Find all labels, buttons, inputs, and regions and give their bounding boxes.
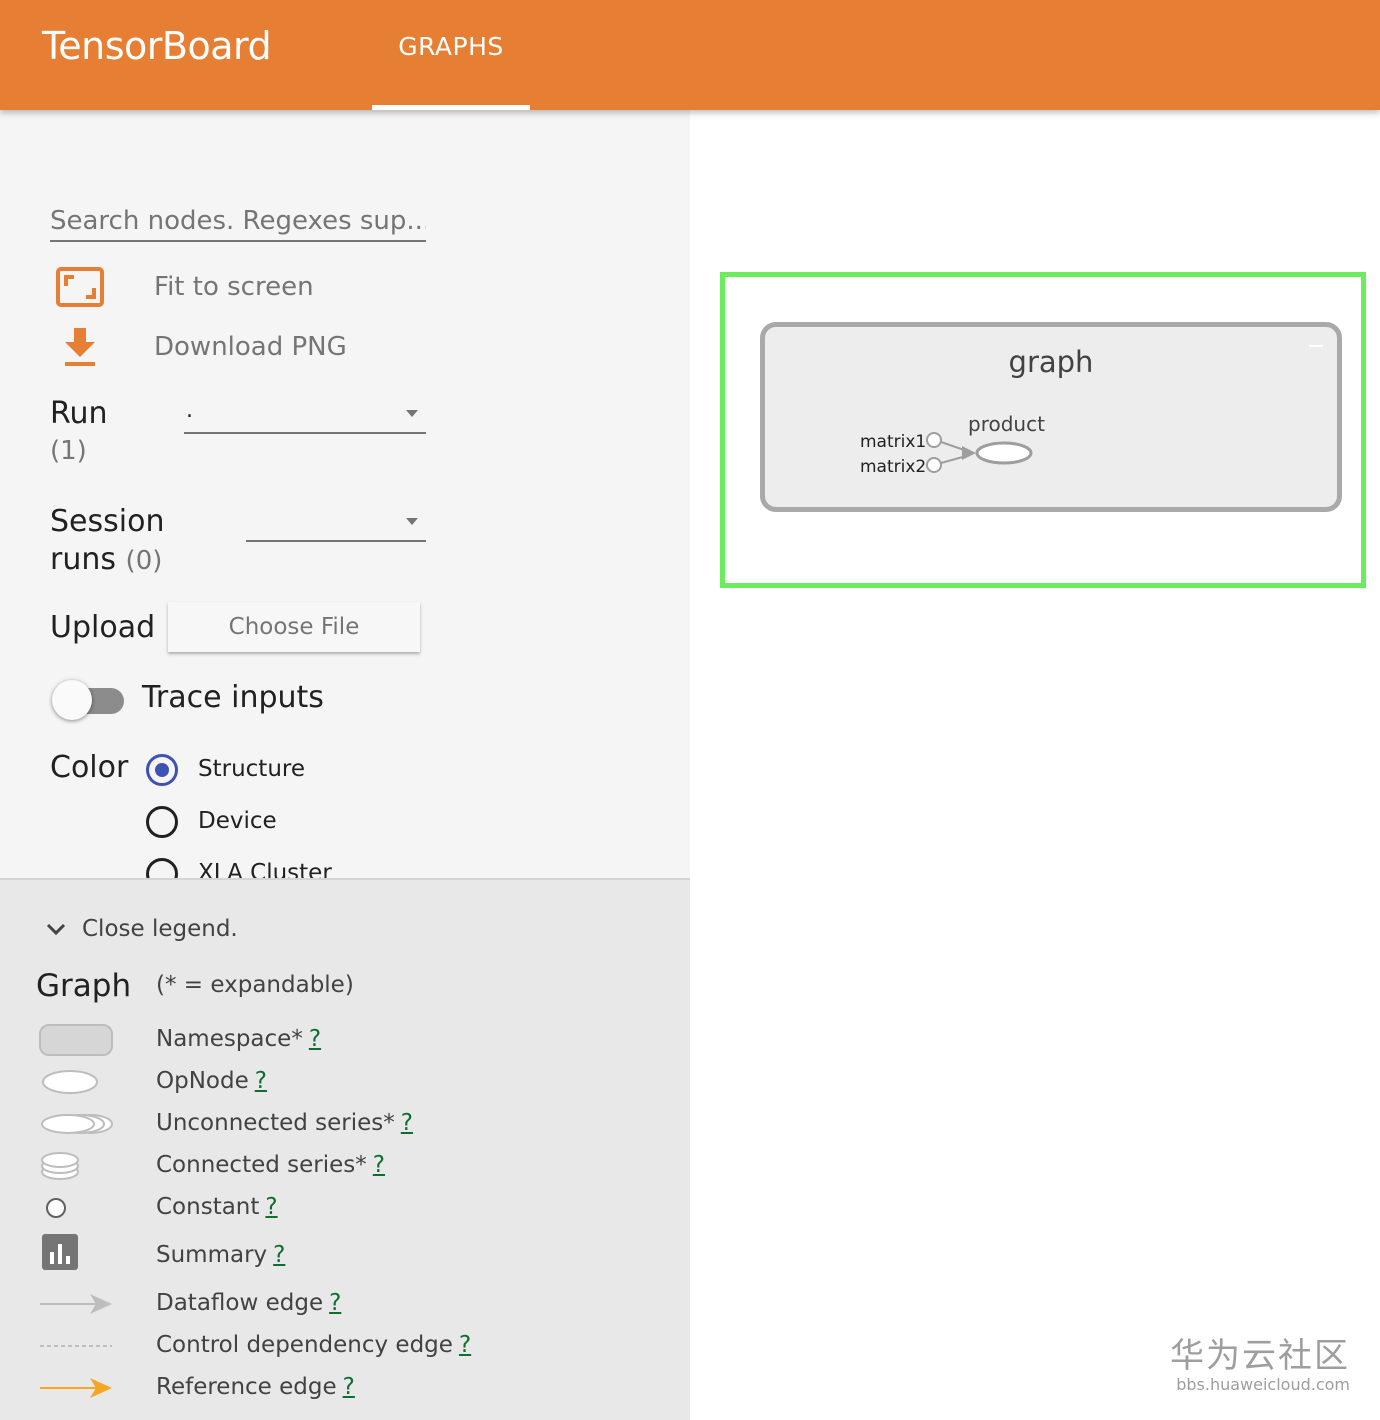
namespace-title: graph	[1008, 345, 1094, 379]
radio-xla-cluster-label: XLA Cluster	[198, 860, 332, 880]
run-count: (1)	[50, 436, 87, 466]
color-label: Color	[50, 750, 129, 785]
radio-structure[interactable]	[146, 754, 178, 786]
close-legend-button[interactable]: Close legend.	[44, 916, 238, 942]
legend-item-dataflow-edge: Dataflow edge?	[0, 1284, 690, 1324]
constant-node-matrix1[interactable]	[926, 432, 942, 448]
radio-device[interactable]	[146, 806, 178, 838]
help-link[interactable]: ?	[373, 1152, 385, 1178]
app-title: TensorBoard	[42, 24, 272, 68]
download-icon	[50, 322, 110, 372]
legend-item-label: Control dependency edge	[156, 1332, 453, 1358]
radio-xla-cluster[interactable]	[146, 858, 178, 880]
active-tab-indicator	[372, 105, 530, 110]
help-link[interactable]: ?	[309, 1026, 321, 1052]
help-link[interactable]: ?	[401, 1110, 413, 1136]
help-link[interactable]: ?	[273, 1242, 285, 1268]
graph-edges	[926, 432, 1033, 473]
run-select[interactable]: .	[184, 398, 426, 434]
chevron-down-icon	[46, 923, 66, 936]
tab-graphs[interactable]: GRAPHS	[372, 0, 530, 110]
legend-subtitle: (* = expandable)	[156, 972, 354, 998]
node-label-matrix1: matrix1	[860, 432, 927, 452]
node-label-matrix2: matrix2	[860, 457, 927, 477]
unconnected-series-icon	[38, 1104, 118, 1144]
session-runs-count: (0)	[125, 546, 163, 576]
radio-structure-label: Structure	[198, 756, 305, 782]
session-runs-label-line2: runs (0)	[50, 542, 162, 577]
tab-graphs-label: GRAPHS	[398, 32, 504, 61]
collapse-icon[interactable]	[1309, 345, 1323, 347]
help-link[interactable]: ?	[329, 1290, 341, 1316]
reference-edge-icon	[38, 1368, 118, 1408]
session-runs-select[interactable]	[246, 506, 426, 542]
session-runs-label: runs	[50, 542, 116, 577]
caret-down-icon	[406, 518, 418, 525]
upload-label: Upload	[50, 610, 156, 645]
download-png-label: Download PNG	[154, 332, 347, 362]
session-runs-label-line1: Session	[50, 504, 165, 539]
choose-file-button[interactable]: Choose File	[168, 602, 420, 652]
help-link[interactable]: ?	[343, 1374, 355, 1400]
watermark-url: bbs.huaweicloud.com	[1176, 1375, 1350, 1394]
fit-to-screen-icon	[50, 262, 110, 312]
connected-series-icon	[38, 1146, 118, 1186]
caret-down-icon	[406, 410, 418, 417]
control-dependency-edge-icon	[38, 1326, 118, 1366]
legend-item-control-dependency-edge: Control dependency edge?	[0, 1326, 690, 1366]
legend-item-constant: Constant?	[0, 1188, 690, 1228]
legend-item-label: Dataflow edge	[156, 1290, 324, 1316]
fit-to-screen-label: Fit to screen	[154, 272, 314, 302]
legend-item-label: OpNode	[156, 1068, 249, 1094]
legend-item-label: Connected series*	[156, 1152, 367, 1178]
help-link[interactable]: ?	[459, 1332, 471, 1358]
trace-inputs-label: Trace inputs	[142, 680, 324, 715]
constant-icon	[38, 1188, 118, 1228]
graph-canvas[interactable]: graph matrix1 matrix2 product 华为云社区 bbs.…	[690, 110, 1380, 1420]
search-field[interactable]	[50, 202, 426, 242]
legend-item-namespace: Namespace*?	[0, 1020, 690, 1060]
graph-legend: Close legend. Graph (* = expandable) Nam…	[0, 878, 690, 1420]
trace-inputs-toggle[interactable]	[52, 680, 124, 720]
run-label: Run	[50, 396, 108, 431]
namespace-icon	[38, 1020, 118, 1060]
legend-item-unconnected-series: Unconnected series*?	[0, 1104, 690, 1144]
legend-item-reference-edge: Reference edge?	[0, 1368, 690, 1408]
legend-item-label: Unconnected series*	[156, 1110, 395, 1136]
watermark-brand: 华为云社区	[1170, 1336, 1350, 1376]
summary-icon	[38, 1232, 118, 1272]
legend-item-label: Summary	[156, 1242, 268, 1268]
dataflow-edge-icon	[38, 1284, 118, 1324]
search-input[interactable]	[50, 202, 426, 240]
op-node-product[interactable]	[975, 441, 1033, 465]
toggle-knob	[52, 680, 92, 720]
legend-title: Graph	[36, 968, 132, 1004]
top-app-bar: TensorBoard GRAPHS	[0, 0, 1380, 110]
control-panel: Fit to screen Download PNG Run (1) . Ses…	[0, 110, 690, 880]
namespace-node-graph[interactable]: graph	[760, 322, 1342, 512]
radio-device-label: Device	[198, 808, 277, 834]
watermark: 华为云社区 bbs.huaweicloud.com	[1170, 1337, 1350, 1394]
download-png-button[interactable]: Download PNG	[50, 322, 347, 372]
close-legend-label: Close legend.	[82, 916, 238, 942]
legend-item-opnode: OpNode?	[0, 1062, 690, 1102]
help-link[interactable]: ?	[255, 1068, 267, 1094]
help-link[interactable]: ?	[265, 1194, 277, 1220]
opnode-icon	[38, 1062, 118, 1102]
legend-item-connected-series: Connected series*?	[0, 1146, 690, 1186]
legend-item-label: Constant	[156, 1194, 260, 1220]
legend-item-summary: Summary?	[0, 1234, 690, 1276]
run-select-value: .	[186, 398, 193, 423]
fit-to-screen-button[interactable]: Fit to screen	[50, 262, 314, 312]
legend-item-label: Namespace*	[156, 1026, 303, 1052]
legend-item-label: Reference edge	[156, 1374, 337, 1400]
constant-node-matrix2[interactable]	[926, 457, 942, 473]
